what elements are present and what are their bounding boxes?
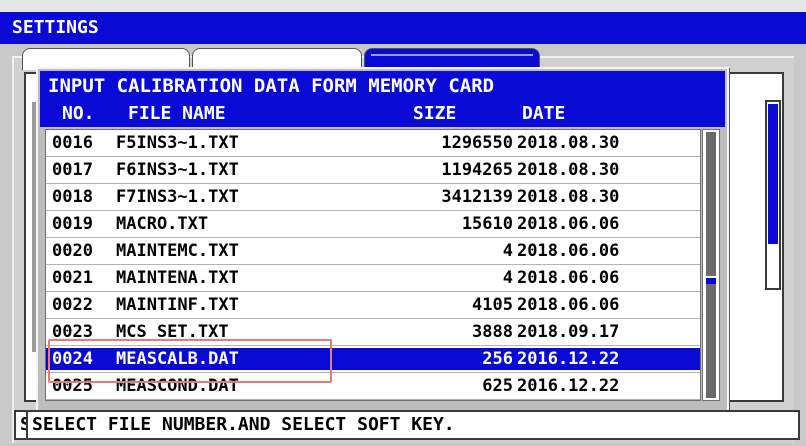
file-row[interactable]: 0017 F6INS3~1.TXT 1194265 2018.08.30 xyxy=(46,159,700,184)
column-header-no: NO. xyxy=(62,103,95,124)
file-size: 1194265 xyxy=(441,160,513,180)
file-size: 4105 xyxy=(472,295,513,315)
status-divider xyxy=(26,412,28,438)
file-row[interactable]: 0018 F7INS3~1.TXT 3412139 2018.08.30 xyxy=(46,186,700,211)
file-no: 0021 xyxy=(52,268,93,288)
background-scrollbar[interactable] xyxy=(765,100,781,290)
file-row-selected[interactable]: 0024 MEASCALB.DAT 256 2016.12.22 xyxy=(46,348,700,373)
background-scroll-thumb[interactable] xyxy=(768,104,778,244)
file-row[interactable]: 0025 MEASCOND.DAT 625 2016.12.22 xyxy=(46,375,700,400)
file-no: 0023 xyxy=(52,322,93,342)
file-no: 0022 xyxy=(52,295,93,315)
status-bar: S SELECT FILE NUMBER.AND SELECT SOFT KEY… xyxy=(14,410,800,440)
file-size: 256 xyxy=(482,349,513,369)
file-name: MAINTEMC.TXT xyxy=(116,241,239,261)
status-message: SELECT FILE NUMBER.AND SELECT SOFT KEY. xyxy=(32,414,455,435)
file-no: 0018 xyxy=(52,187,93,207)
file-list[interactable]: 0016 F5INS3~1.TXT 1296550 2018.08.30 001… xyxy=(45,129,701,401)
file-no: 0016 xyxy=(52,133,93,153)
file-no: 0019 xyxy=(52,214,93,234)
file-size: 3412139 xyxy=(441,187,513,207)
file-no: 0024 xyxy=(52,349,93,369)
file-date: 2018.06.06 xyxy=(517,268,620,288)
file-date: 2018.08.30 xyxy=(517,187,620,207)
file-name: F5INS3~1.TXT xyxy=(116,133,239,153)
file-size: 1296550 xyxy=(441,133,513,153)
file-row[interactable]: 0022 MAINTINF.TXT 4105 2018.06.06 xyxy=(46,294,700,319)
file-date: 2016.12.22 xyxy=(517,349,620,369)
column-header-file-name: FILE NAME xyxy=(128,103,226,124)
file-row[interactable]: 0023 MCS_SET.TXT 3888 2018.09.17 xyxy=(46,321,700,346)
file-row[interactable]: 0020 MAINTEMC.TXT 4 2018.06.06 xyxy=(46,240,700,265)
file-size: 625 xyxy=(482,376,513,396)
top-cropped-strip xyxy=(0,0,806,12)
file-date: 2018.06.06 xyxy=(517,241,620,261)
column-header-date: DATE xyxy=(522,103,566,124)
file-name: F7INS3~1.TXT xyxy=(116,187,239,207)
file-no: 0025 xyxy=(52,376,93,396)
file-size: 15610 xyxy=(461,214,513,234)
file-no: 0017 xyxy=(52,160,93,180)
file-size: 3888 xyxy=(472,322,513,342)
column-headers: NO. FILE NAME SIZE DATE xyxy=(40,101,725,127)
file-row[interactable]: 0016 F5INS3~1.TXT 1296550 2018.08.30 xyxy=(46,132,700,157)
file-size: 4 xyxy=(502,241,513,261)
file-date: 2018.08.30 xyxy=(517,133,620,153)
dialog-title: INPUT CALIBRATION DATA FORM MEMORY CARD xyxy=(40,71,725,101)
window-title: SETTINGS xyxy=(0,12,806,44)
file-name: MCS_SET.TXT xyxy=(116,322,229,342)
file-date: 2016.12.22 xyxy=(517,376,620,396)
file-name: MAINTINF.TXT xyxy=(116,295,239,315)
file-name: MAINTENA.TXT xyxy=(116,268,239,288)
file-date: 2018.06.06 xyxy=(517,295,620,315)
calibration-dialog: INPUT CALIBRATION DATA FORM MEMORY CARD … xyxy=(36,67,729,412)
file-date: 2018.08.30 xyxy=(517,160,620,180)
file-date: 2018.09.17 xyxy=(517,322,620,342)
scroll-thumb[interactable] xyxy=(706,276,716,284)
file-list-scrollbar[interactable] xyxy=(702,129,720,401)
file-name: MEASCOND.DAT xyxy=(116,376,239,396)
file-no: 0020 xyxy=(52,241,93,261)
file-size: 4 xyxy=(502,268,513,288)
file-row[interactable]: 0019 MACRO.TXT 15610 2018.06.06 xyxy=(46,213,700,238)
scroll-track[interactable] xyxy=(706,132,716,398)
file-name: F6INS3~1.TXT xyxy=(116,160,239,180)
file-row[interactable]: 0021 MAINTENA.TXT 4 2018.06.06 xyxy=(46,267,700,292)
file-date: 2018.06.06 xyxy=(517,214,620,234)
file-name: MEASCALB.DAT xyxy=(116,349,239,369)
column-header-size: SIZE xyxy=(413,103,457,124)
file-name: MACRO.TXT xyxy=(116,214,209,234)
